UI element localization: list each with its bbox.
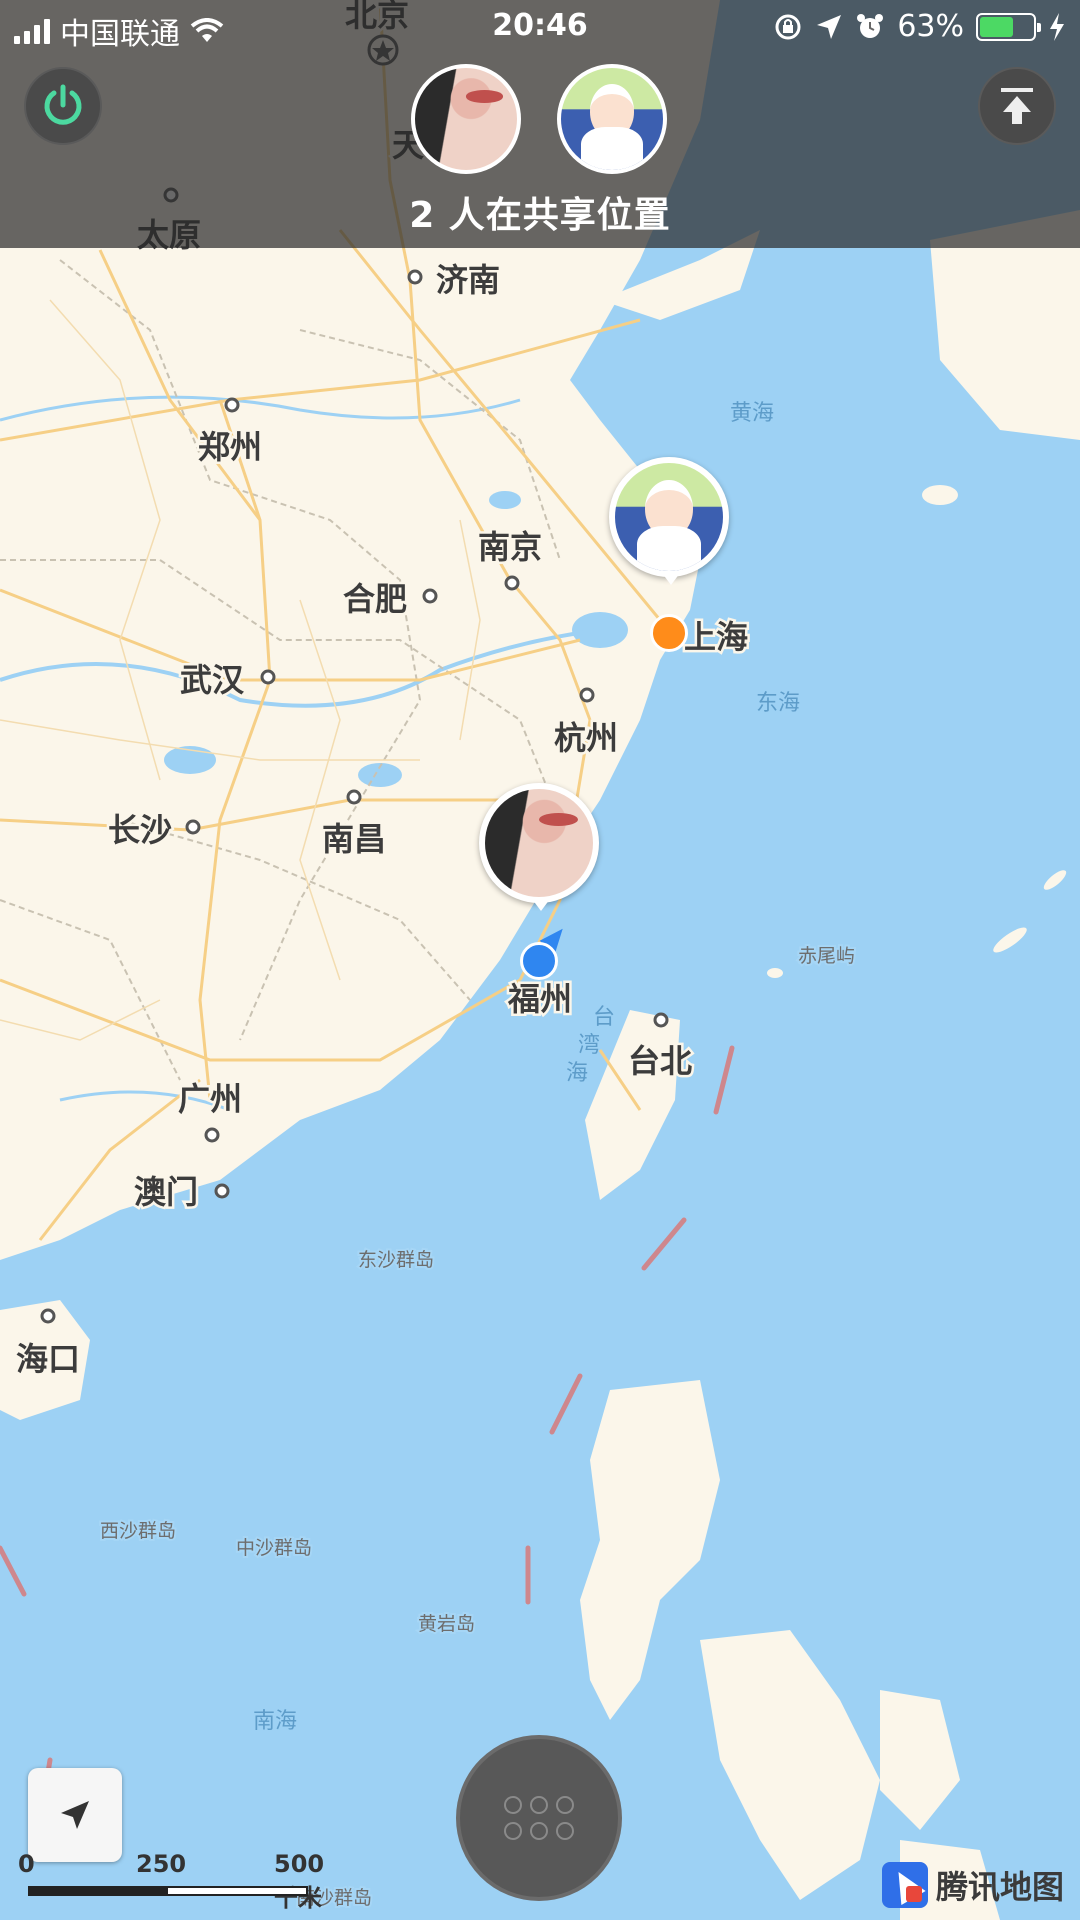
navigation-arrow-icon <box>61 1801 89 1829</box>
anime-avatar <box>615 463 723 571</box>
location-dot-blue <box>520 942 558 980</box>
sea-south: 南海 <box>253 1709 297 1734</box>
pin-tail <box>529 895 553 911</box>
user-pin-anime[interactable] <box>609 457 729 585</box>
scale-mid: 250 <box>136 1850 187 1878</box>
city-macau: 澳门 <box>134 1173 198 1211</box>
brand-name: 腾讯地图 <box>935 1868 1064 1906</box>
collapse-to-top-icon <box>1001 88 1033 124</box>
sea-yellow: 黄海 <box>730 401 774 426</box>
city-jinan: 济南 <box>436 261 500 299</box>
scale-end: 500 千米 <box>274 1850 325 1912</box>
city-nanjing: 南京 <box>478 528 542 566</box>
girl-avatar[interactable] <box>411 64 521 174</box>
alarm-icon <box>857 13 884 38</box>
city-guangzhou: 广州 <box>178 1080 242 1118</box>
power-icon <box>44 84 82 125</box>
scale-bar <box>28 1886 308 1896</box>
island-dongsha: 东沙群岛 <box>358 1249 434 1271</box>
tencent-map-logo-icon <box>881 1862 928 1908</box>
charging-bolt-icon <box>1050 12 1064 41</box>
city-fuzhou: 福州 <box>507 980 572 1018</box>
locate-me-button[interactable] <box>28 1768 122 1862</box>
island-xisha: 西沙群岛 <box>100 1520 176 1542</box>
grid-icon <box>504 1796 574 1840</box>
status-bar: 中国联通 20:46 63% <box>0 0 1080 54</box>
minimize-button[interactable] <box>978 67 1056 145</box>
location-dot-orange <box>650 614 688 652</box>
strait-label-2: 湾 <box>578 1033 600 1058</box>
city-hangzhou: 杭州 <box>554 719 618 757</box>
stop-sharing-button[interactable] <box>24 67 102 145</box>
city-hefei: 合肥 <box>343 580 407 618</box>
menu-button[interactable] <box>456 1735 622 1901</box>
city-taipei: 台北 <box>628 1042 692 1080</box>
sea-east: 东海 <box>756 691 800 716</box>
city-haikou: 海口 <box>16 1340 80 1378</box>
girl-avatar <box>485 789 593 897</box>
island-chiwei: 赤尾屿 <box>798 945 855 967</box>
tencent-map-brand: 腾讯地图 <box>881 1862 1064 1908</box>
city-nanchang: 南昌 <box>322 820 386 858</box>
share-location-bar: 中国联通 20:46 63% 2 人在共享位置 <box>0 0 1080 248</box>
sharing-count-label: 2 人在共享位置 <box>409 195 671 236</box>
pin-tail <box>659 569 683 585</box>
city-changsha: 长沙 <box>108 811 172 849</box>
anime-avatar[interactable] <box>557 64 667 174</box>
battery-icon <box>976 12 1041 41</box>
city-wuhan: 武汉 <box>180 661 245 699</box>
user-pin-girl[interactable] <box>479 783 599 911</box>
map-scale: 0 250 500 千米 <box>18 1850 324 1912</box>
strait-label-3: 海 <box>566 1061 588 1086</box>
city-shanghai: 上海 <box>684 618 748 656</box>
battery-percent: 63% <box>897 9 964 44</box>
strait-label-1: 台 <box>593 1005 615 1030</box>
scale-zero: 0 <box>18 1850 35 1878</box>
rotation-lock-icon <box>775 14 801 39</box>
city-zhengzhou: 郑州 <box>198 428 262 466</box>
location-arrow-icon <box>817 14 842 39</box>
island-huangyan: 黄岩岛 <box>418 1613 475 1635</box>
island-zhongsha: 中沙群岛 <box>236 1537 312 1559</box>
